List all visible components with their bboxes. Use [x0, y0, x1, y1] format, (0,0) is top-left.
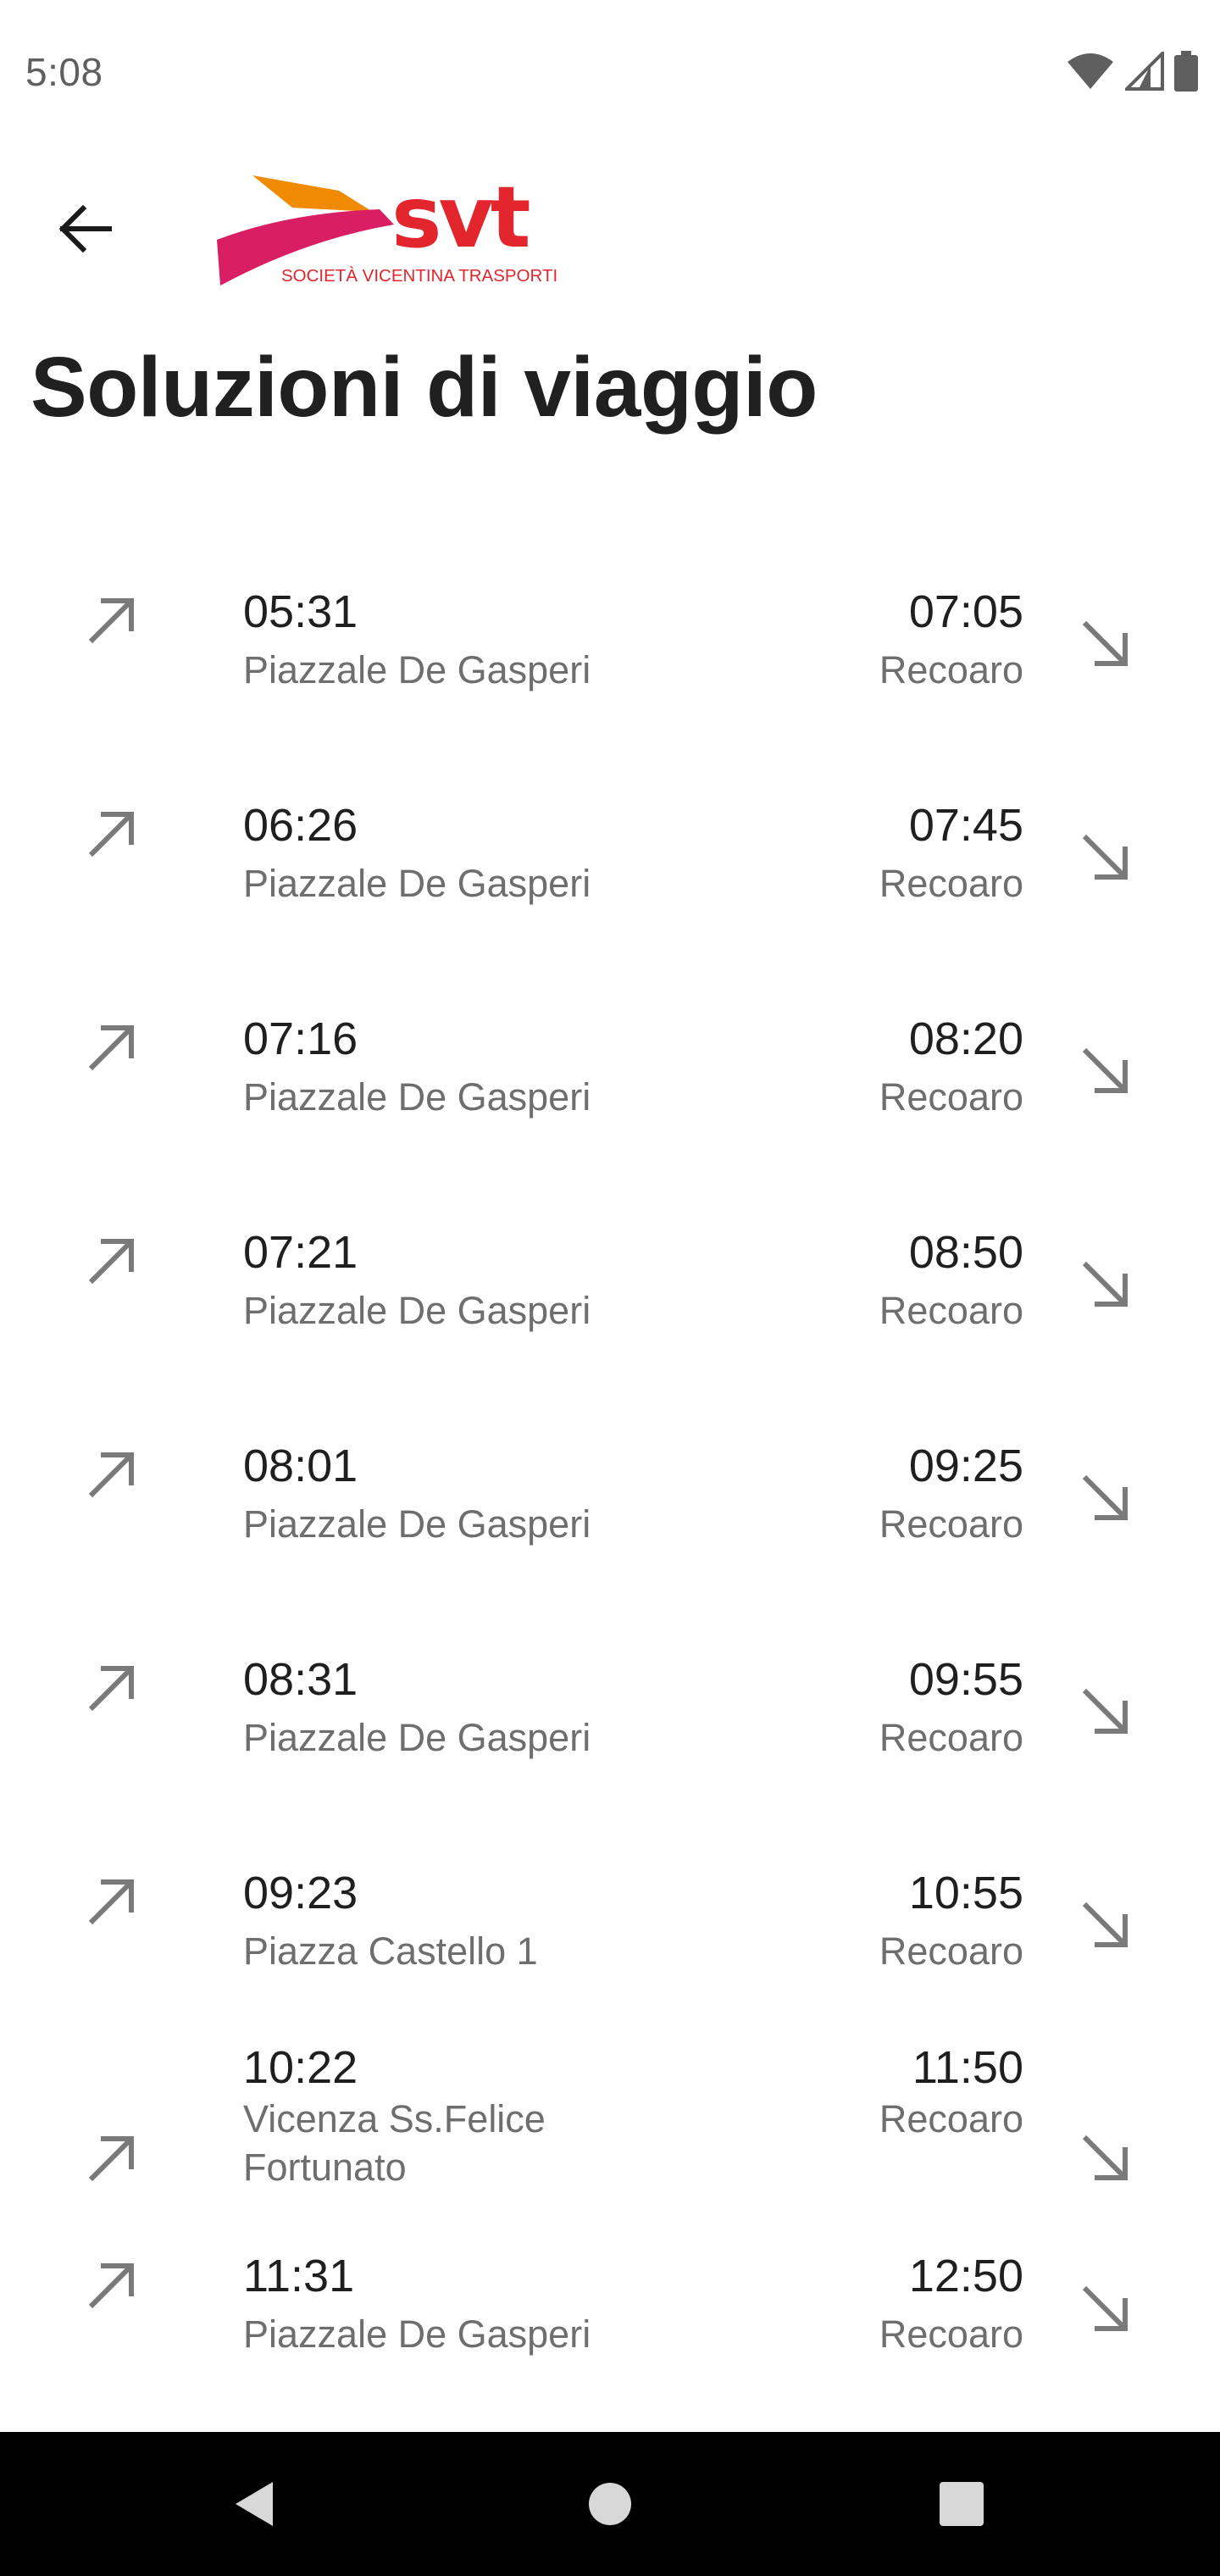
north-east-arrow-icon	[88, 1239, 134, 1285]
status-time: 5:08	[25, 50, 103, 94]
north-east-arrow-icon	[88, 1025, 134, 1071]
arrival-stop: Recoaro	[879, 1929, 1023, 1973]
journey-row[interactable]: 09:23 Piazza Castello 1 10:55 Recoaro	[0, 1824, 1220, 2037]
arrival-stop: Recoaro	[879, 2097, 1023, 2140]
north-east-arrow-icon	[88, 598, 134, 644]
south-east-arrow-icon	[1082, 834, 1128, 880]
journey-row[interactable]: 07:16 Piazzale De Gasperi 08:20 Recoaro	[0, 969, 1220, 1183]
system-navigation-bar	[0, 2432, 1220, 2576]
nav-recents-button[interactable]	[923, 2466, 1000, 2542]
logo-tagline: SOCIETÀ VICENTINA TRASPORTI	[281, 266, 557, 286]
south-east-arrow-icon	[1082, 2135, 1128, 2180]
arrow-back-icon	[58, 205, 112, 253]
battery-icon	[1174, 51, 1198, 92]
south-east-arrow-icon	[1082, 1688, 1128, 1734]
journey-list: 05:31 Piazzale De Gasperi 07:05 Recoaro …	[0, 542, 1220, 2432]
nav-home-icon	[589, 2483, 631, 2525]
journey-row[interactable]: 08:01 Piazzale De Gasperi 09:25 Recoaro	[0, 1396, 1220, 1610]
journey-row[interactable]: 08:31 Piazzale De Gasperi 09:55 Recoaro	[0, 1610, 1220, 1824]
arrival-time: 08:20	[908, 1013, 1023, 1064]
arrival-time: 10:55	[908, 1868, 1023, 1918]
south-east-arrow-icon	[1082, 1901, 1128, 1947]
north-east-arrow-icon	[88, 1666, 134, 1712]
departure-time: 09:23	[243, 1868, 358, 1918]
arrival-time: 08:50	[908, 1227, 1023, 1278]
departure-stop: Piazzale De Gasperi	[243, 1502, 591, 1546]
cellular-signal-icon	[1125, 52, 1164, 91]
departure-time: 07:16	[243, 1013, 358, 1064]
arrival-time: 09:55	[908, 1654, 1023, 1705]
journey-row[interactable]: 10:22 Vicenza Ss.Felice Fortunato 11:50 …	[0, 2037, 1220, 2247]
journey-row[interactable]: 07:21 Piazzale De Gasperi 08:50 Recoaro	[0, 1183, 1220, 1396]
nav-back-icon	[236, 2482, 273, 2526]
arrival-stop: Recoaro	[879, 1502, 1023, 1546]
north-east-arrow-icon	[88, 2263, 134, 2309]
departure-stop: Piazzale De Gasperi	[243, 1075, 591, 1119]
arrival-time: 11:50	[912, 2042, 1023, 2093]
nav-back-button[interactable]	[216, 2466, 292, 2542]
arrival-stop: Recoaro	[879, 862, 1023, 905]
departure-time: 10:22	[243, 2042, 358, 2093]
north-east-arrow-icon	[88, 2136, 134, 2182]
journey-row[interactable]: 11:31 Piazzale De Gasperi 12:50 Recoaro	[0, 2247, 1220, 2432]
departure-stop: Piazzale De Gasperi	[243, 2312, 591, 2356]
departure-time: 08:01	[243, 1441, 358, 1491]
departure-time: 11:31	[243, 2251, 355, 2301]
wifi-icon	[1068, 53, 1113, 89]
back-button[interactable]	[42, 191, 127, 267]
arrival-stop: Recoaro	[879, 1716, 1023, 1759]
departure-time: 05:31	[243, 586, 358, 637]
logo-wordmark: svt	[391, 168, 530, 267]
arrival-time: 12:50	[908, 2251, 1023, 2301]
north-east-arrow-icon	[88, 1879, 134, 1925]
south-east-arrow-icon	[1082, 620, 1128, 666]
departure-stop: Piazzale De Gasperi	[243, 1716, 591, 1759]
nav-recents-icon	[940, 2482, 984, 2526]
arrival-time: 07:45	[908, 800, 1023, 851]
departure-stop: Piazza Castello 1	[243, 1929, 538, 1973]
arrival-stop: Recoaro	[879, 2312, 1023, 2356]
arrival-time: 09:25	[908, 1441, 1023, 1491]
departure-time: 08:31	[243, 1654, 358, 1705]
arrival-stop: Recoaro	[879, 648, 1023, 691]
page-title: Soluzioni di viaggio	[30, 340, 818, 435]
departure-time: 07:21	[243, 1227, 358, 1278]
north-east-arrow-icon	[88, 812, 134, 858]
south-east-arrow-icon	[1082, 1261, 1128, 1307]
south-east-arrow-icon	[1082, 1047, 1128, 1093]
north-east-arrow-icon	[88, 1452, 134, 1498]
south-east-arrow-icon	[1082, 1474, 1128, 1520]
status-icons	[1066, 51, 1198, 92]
arrival-stop: Recoaro	[879, 1289, 1023, 1332]
departure-stop: Piazzale De Gasperi	[243, 1289, 591, 1332]
departure-stop: Piazzale De Gasperi	[243, 648, 591, 691]
journey-row[interactable]: 06:26 Piazzale De Gasperi 07:45 Recoaro	[0, 756, 1220, 969]
journey-row[interactable]: 05:31 Piazzale De Gasperi 07:05 Recoaro	[0, 542, 1220, 756]
departure-stop: Vicenza Ss.Felice Fortunato	[243, 2097, 546, 2189]
departure-stop: Piazzale De Gasperi	[243, 862, 591, 905]
departure-time: 06:26	[243, 800, 358, 851]
svt-logo: svt SOCIETÀ VICENTINA TRASPORTI	[212, 165, 585, 292]
south-east-arrow-icon	[1082, 2285, 1128, 2331]
arrival-stop: Recoaro	[879, 1075, 1023, 1119]
status-bar: 5:08	[0, 0, 1220, 144]
arrival-time: 07:05	[908, 586, 1023, 637]
nav-home-button[interactable]	[572, 2466, 648, 2542]
